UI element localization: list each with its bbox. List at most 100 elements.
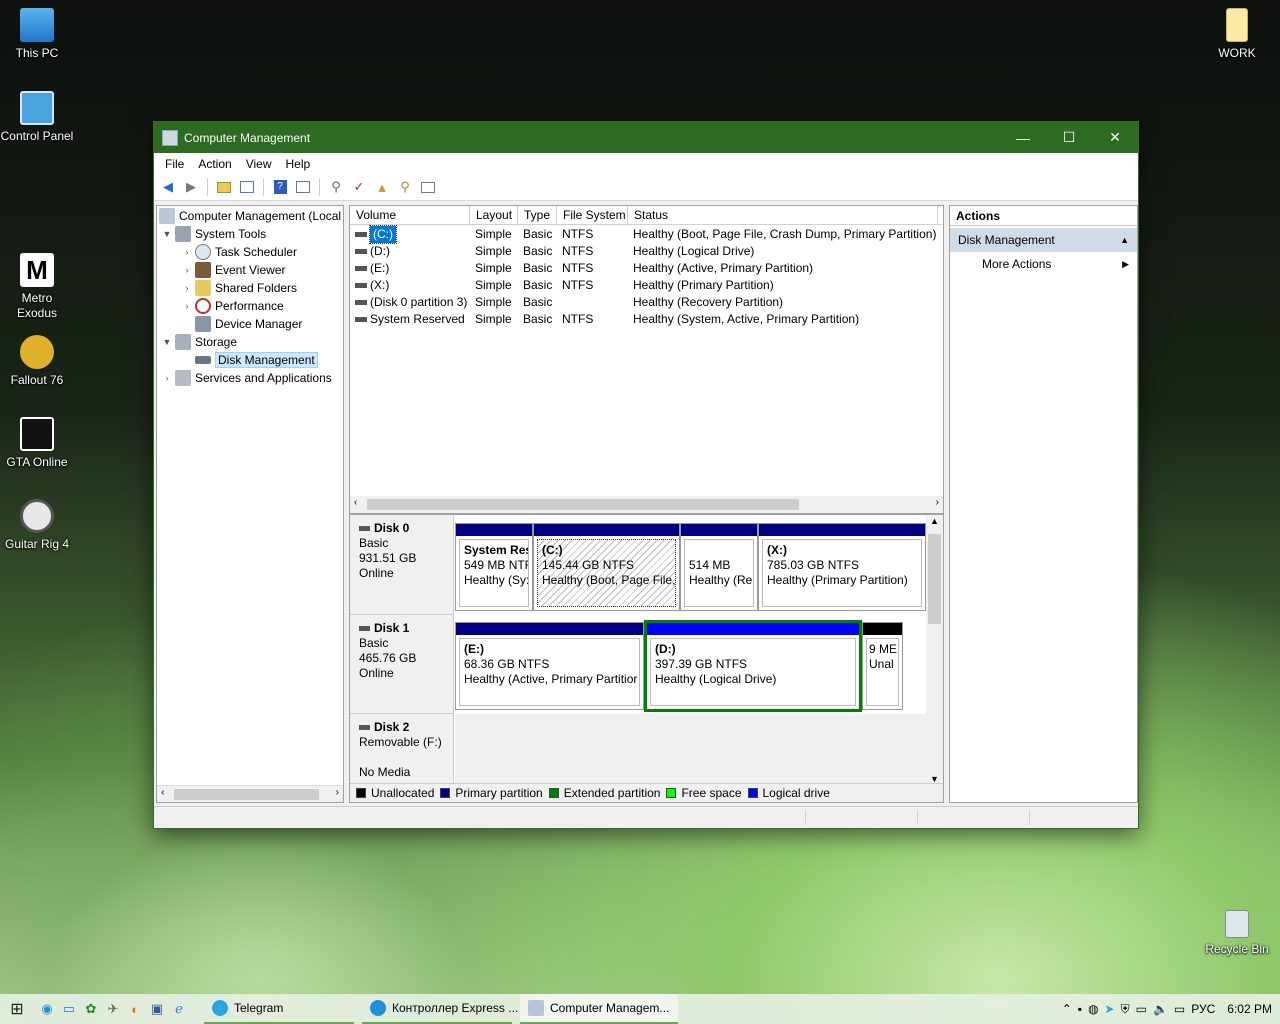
volume-row[interactable]: (E:) Simple Basic NTFS Healthy (Active, Prim… — [350, 260, 943, 277]
menu-file[interactable]: File — [158, 157, 191, 171]
volume-row[interactable]: (C:) Simple Basic NTFS Healthy (Boot, Page F… — [350, 225, 943, 244]
collapse-up-icon[interactable]: ▲ — [1120, 228, 1129, 252]
tree-item-shared-folders[interactable]: › Shared Folders — [181, 279, 297, 297]
window-icon[interactable]: ▭ — [58, 998, 80, 1020]
chevron-up-icon[interactable]: ⌃ — [1062, 1002, 1072, 1016]
windows-start-icon[interactable]: ⊞ — [6, 998, 28, 1020]
folder-up-icon[interactable]: ▲ — [372, 177, 392, 197]
expand-icon[interactable]: › — [181, 283, 193, 293]
ie-icon[interactable]: ℯ — [168, 998, 190, 1020]
collapse-icon[interactable]: ▼ — [161, 229, 173, 239]
tree-item-storage[interactable]: ▼ Storage — [161, 333, 237, 351]
search-icon[interactable]: ⚲ — [395, 177, 415, 197]
check-icon[interactable]: ✓ — [349, 177, 369, 197]
desktop-icon-work[interactable]: WORK — [1200, 8, 1274, 61]
back-icon[interactable]: ◀ — [158, 177, 178, 197]
desktop-icon-metro-exodus[interactable]: M Metro Exodus — [0, 253, 74, 321]
close-button[interactable]: ✕ — [1092, 122, 1138, 153]
edge-icon[interactable]: ◉ — [36, 998, 58, 1020]
column-file-system[interactable]: File System — [557, 206, 628, 225]
column-type[interactable]: Type — [518, 206, 557, 225]
list-icon[interactable] — [418, 177, 438, 197]
maximize-button[interactable]: ☐ — [1046, 122, 1092, 153]
expand-icon[interactable]: › — [181, 247, 193, 257]
partition-recovery[interactable]: 514 MB Healthy (Re — [680, 523, 758, 611]
tree-horizontal-scrollbar[interactable]: ‹ › — [157, 785, 343, 802]
language-indicator[interactable]: РУС — [1191, 1002, 1215, 1016]
column-status[interactable]: Status — [628, 206, 938, 225]
column-volume[interactable]: Volume — [350, 206, 470, 225]
partition-c[interactable]: (C:) 145.44 GB NTFS Healthy (Boot, Page Fi… — [533, 523, 680, 611]
title-bar[interactable]: Computer Management — ☐ ✕ — [154, 122, 1138, 153]
xbox-icon[interactable]: ✿ — [80, 998, 102, 1020]
scrollbar-thumb[interactable] — [928, 534, 941, 624]
tree-item-root[interactable]: Computer Management (Local — [159, 207, 341, 225]
scroll-right-icon[interactable]: › — [936, 497, 939, 508]
network-tray-icon[interactable]: ▭ — [1136, 1002, 1147, 1016]
tree-item-system-tools[interactable]: ▼ System Tools — [161, 225, 266, 243]
tree-item-event-viewer[interactable]: › Event Viewer — [181, 261, 285, 279]
connect-icon[interactable]: ⚲ — [326, 177, 346, 197]
tree-item-disk-management[interactable]: Disk Management — [195, 351, 318, 369]
partition-unallocated[interactable]: 9 ME Unal — [862, 622, 903, 710]
taskbar-app-telegram[interactable]: Telegram — [204, 994, 354, 1024]
minimize-button[interactable]: — — [1000, 122, 1046, 153]
telegram-tray-icon[interactable]: ➤ — [1105, 1002, 1115, 1016]
forward-icon[interactable]: ▶ — [181, 177, 201, 197]
tree-item-performance[interactable]: › Performance — [181, 297, 284, 315]
volume-row[interactable]: System Reserved Simple Basic NTFS Healthy (S… — [350, 311, 943, 328]
origin-icon[interactable]: ◐ — [124, 998, 146, 1020]
scrollbar-thumb[interactable] — [174, 789, 319, 800]
column-layout[interactable]: Layout — [470, 206, 518, 225]
disk-1-label[interactable]: Disk 1 Basic 465.76 GB Online — [350, 615, 454, 714]
menu-action[interactable]: Action — [191, 157, 238, 171]
expand-icon[interactable]: › — [181, 265, 193, 275]
expand-icon[interactable]: › — [181, 301, 193, 311]
partition-system-reserved[interactable]: System Res 549 MB NTF Healthy (Sy: — [455, 523, 533, 611]
collapse-icon[interactable]: ▼ — [161, 337, 173, 347]
desktop-icon-this-pc[interactable]: This PC — [0, 8, 74, 61]
volume-row[interactable]: (X:) Simple Basic NTFS Healthy (Primary Part… — [350, 277, 943, 294]
keyboard-icon[interactable]: ▭ — [1174, 1002, 1185, 1016]
partition-e[interactable]: (E:) 68.36 GB NTFS Healthy (Active, Primar… — [455, 622, 644, 710]
tree-item-services[interactable]: › Services and Applications — [161, 369, 332, 387]
expand-icon[interactable]: › — [161, 373, 173, 383]
disk-view-scrollbar[interactable]: ▲ ▼ — [926, 515, 943, 785]
more-actions-item[interactable]: More Actions ▶ — [950, 252, 1137, 276]
properties-icon[interactable] — [293, 177, 313, 197]
desktop-icon-gta-online[interactable]: GTA Online — [0, 417, 74, 470]
volume-row[interactable]: (Disk 0 partition 3) Simple Basic Healthy (… — [350, 294, 943, 311]
scroll-right-icon[interactable]: › — [336, 787, 339, 798]
partition-x[interactable]: (X:) 785.03 GB NTFS Healthy (Primary Parti… — [758, 523, 926, 611]
up-folder-icon[interactable] — [214, 177, 234, 197]
menu-view[interactable]: View — [239, 157, 279, 171]
steam-icon[interactable]: ◍ — [1088, 1002, 1098, 1016]
menu-help[interactable]: Help — [279, 157, 318, 171]
desktop-icon-recycle-bin[interactable]: Recycle Bin — [1200, 910, 1274, 957]
tree-item-task-scheduler[interactable]: › Task Scheduler — [181, 243, 297, 261]
help-icon[interactable]: ? — [270, 177, 290, 197]
scroll-up-icon[interactable]: ▲ — [930, 516, 939, 526]
tree-item-device-manager[interactable]: Device Manager — [195, 315, 302, 333]
disk-0-label[interactable]: Disk 0 Basic 931.51 GB Online — [350, 515, 454, 615]
partition-d[interactable]: (D:) 397.39 GB NTFS Healthy (Logical Drive… — [644, 620, 862, 712]
show-hide-tree-icon[interactable] — [237, 177, 257, 197]
taskbar-app-controller[interactable]: Контроллер Express ... — [362, 994, 518, 1024]
security-icon[interactable]: ⛨ — [1121, 1002, 1130, 1017]
epic-games-icon[interactable]: ▪ — [1078, 1002, 1082, 1016]
scroll-left-icon[interactable]: ‹ — [161, 787, 164, 798]
clock[interactable]: 6:02 PM — [1227, 1002, 1272, 1016]
taskbar-app-computer-management[interactable]: Computer Managem... — [520, 994, 678, 1024]
desktop-icon-control-panel[interactable]: Control Panel — [0, 91, 74, 144]
desktop-icon-guitar-rig[interactable]: Guitar Rig 4 — [0, 499, 74, 552]
tools-icon[interactable]: ✈ — [102, 998, 124, 1020]
desktop-icon-fallout-76[interactable]: Fallout 76 — [0, 335, 74, 388]
volume-icon[interactable]: 🔈 — [1153, 1002, 1168, 1016]
network-icon[interactable]: ▣ — [146, 998, 168, 1020]
actions-section-disk-management[interactable]: Disk Management ▲ — [950, 228, 1137, 252]
volume-row[interactable]: (D:) Simple Basic NTFS Healthy (Logical Driv… — [350, 243, 943, 260]
volume-list-scrollbar[interactable]: ‹ › — [350, 496, 943, 513]
scroll-left-icon[interactable]: ‹ — [354, 497, 357, 508]
scrollbar-thumb[interactable] — [367, 499, 799, 510]
disk-2-label[interactable]: Disk 2 Removable (F:) No Media — [350, 714, 454, 786]
